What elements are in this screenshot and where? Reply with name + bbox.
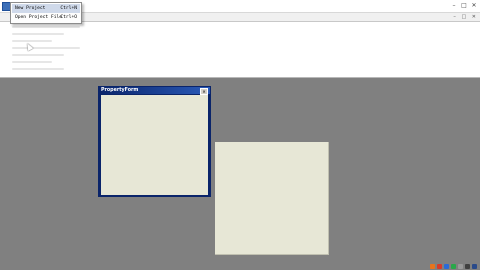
menu-item-shortcut: Ctrl+N xyxy=(60,6,77,11)
property-form-titlebar[interactable]: PropertyForm ✕ xyxy=(99,87,210,95)
red-tray-icon[interactable] xyxy=(437,264,442,269)
toolbar-area xyxy=(0,22,480,78)
menu-item-shortcut: Ctrl+O xyxy=(60,15,77,20)
property-form-title: PropertyForm xyxy=(101,88,139,93)
file-menu-dropdown: New Project Ctrl+N Open Project File Ctr… xyxy=(10,2,82,24)
green-tray-icon[interactable] xyxy=(451,264,456,269)
close-button[interactable]: ✕ xyxy=(470,2,478,9)
blue-tray-icon[interactable] xyxy=(444,264,449,269)
designer-panel[interactable] xyxy=(215,142,329,255)
close-icon[interactable]: ✕ xyxy=(200,88,208,95)
menu-item-label: Open Project File xyxy=(15,15,63,20)
dark-tray-icon[interactable] xyxy=(465,264,470,269)
minimize-button[interactable]: – xyxy=(450,2,458,9)
property-form-window[interactable]: PropertyForm ✕ xyxy=(98,86,211,197)
menu-item-open-project-file[interactable]: Open Project File Ctrl+O xyxy=(12,13,80,22)
orange-tray-icon[interactable] xyxy=(430,264,435,269)
mdi-window-buttons[interactable]: – □ ✕ xyxy=(453,13,478,21)
maximize-button[interactable]: □ xyxy=(460,2,468,9)
property-form-client-area[interactable] xyxy=(101,95,208,195)
navy-tray-icon[interactable] xyxy=(472,264,477,269)
menu-item-new-project[interactable]: New Project Ctrl+N xyxy=(12,4,80,13)
gray-tray-icon[interactable] xyxy=(458,264,463,269)
system-tray xyxy=(430,264,477,270)
menu-item-label: New Project xyxy=(15,6,46,11)
